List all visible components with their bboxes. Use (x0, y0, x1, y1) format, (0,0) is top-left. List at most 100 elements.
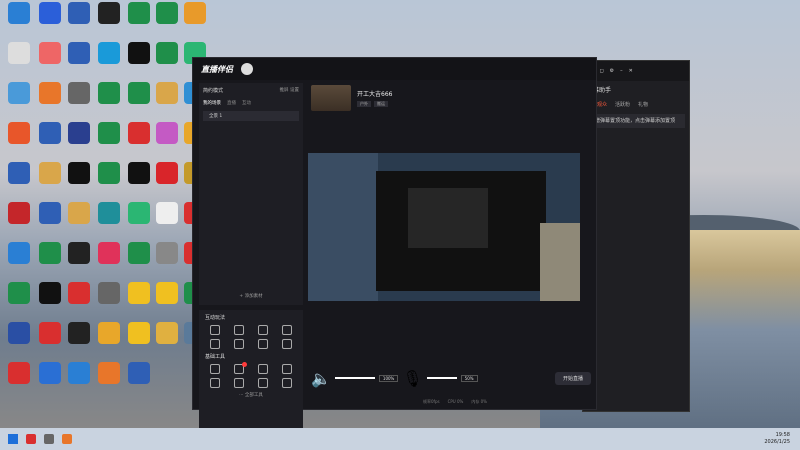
shortcut-icon (39, 162, 61, 184)
scene-settings-link[interactable]: 设置 (290, 88, 299, 93)
scene-header: 简约模式 推屏 设置 (199, 83, 303, 97)
mic-volume-slider[interactable] (426, 377, 457, 379)
desktop-shortcut[interactable] (2, 362, 36, 408)
shortcut-icon (8, 162, 30, 184)
live-preview-canvas[interactable] (308, 153, 580, 301)
taskbar-app-icon[interactable] (26, 434, 36, 444)
tab-interact[interactable]: 互动 (242, 100, 251, 106)
tip-card-text: 新增弹幕置顶功能，点击弹幕添加置顶 (590, 118, 676, 124)
shortcut-icon (39, 2, 61, 24)
stream-info: 开工大吉666 户外 搬运 (357, 89, 392, 107)
audio-controls: 🔈 100% 🎙 50% 开始直播 (311, 366, 591, 390)
mic-icon[interactable]: 🎙 (402, 369, 422, 388)
shortcut-icon (128, 322, 150, 344)
scene-mode-label[interactable]: 简约模式 (203, 87, 223, 94)
tool-button[interactable] (251, 378, 275, 388)
add-material-button[interactable]: + 添加素材 (199, 293, 303, 299)
shortcut-icon (128, 42, 150, 64)
stream-title[interactable]: 开工大吉666 (357, 89, 392, 98)
tool-button[interactable] (203, 378, 227, 388)
status-item: 内存 0% (471, 399, 487, 404)
stream-cover-image[interactable] (311, 85, 351, 111)
app-logo: 直播伴侣 (201, 64, 233, 74)
tool-icon (282, 364, 292, 374)
taskbar-app-icon[interactable] (44, 434, 54, 444)
tab-active-fans[interactable]: 活跃粉 (615, 101, 630, 108)
shortcut-icon (156, 42, 178, 64)
shortcut-icon (8, 322, 30, 344)
notification-badge (242, 362, 247, 367)
minimize-icon[interactable]: – (620, 68, 623, 74)
chat-icon[interactable]: ◻ (599, 68, 603, 74)
taskbar-app-icon[interactable] (62, 434, 72, 444)
tip-card: 新增弹幕置顶功能，点击弹幕添加置顶 (587, 114, 685, 128)
shortcut-icon (39, 202, 61, 224)
preview-wallpaper (540, 223, 580, 301)
shortcut-icon (156, 282, 178, 304)
shortcut-icon (68, 162, 90, 184)
tool-button[interactable] (227, 339, 251, 349)
tool-button[interactable] (203, 325, 227, 335)
shortcut-icon (39, 322, 61, 344)
desktop-shortcut[interactable] (62, 362, 96, 408)
settings-icon[interactable]: ⚙ (610, 68, 614, 74)
clock-time: 19:58 (775, 432, 790, 438)
shortcut-icon (156, 162, 178, 184)
close-icon[interactable]: ✕ (629, 68, 633, 74)
tool-button[interactable] (203, 339, 227, 349)
shortcut-icon (128, 282, 150, 304)
shortcut-icon (68, 202, 90, 224)
all-tools-link[interactable]: ··· 全部工具 (199, 392, 303, 398)
tab-gifts[interactable]: 礼物 (638, 101, 648, 108)
scene-item[interactable]: 全景 1 (203, 111, 299, 121)
tool-button[interactable] (203, 364, 227, 374)
stream-tag[interactable]: 搬运 (374, 101, 388, 107)
tool-icon (258, 364, 268, 374)
taskbar: 19:58 2026/1/25 (0, 428, 800, 450)
shortcut-icon (156, 242, 178, 264)
shortcut-icon (156, 82, 178, 104)
panel-tabs: 在线观众 活跃粉 礼物 (583, 97, 689, 111)
shortcut-icon (128, 242, 150, 264)
shortcut-icon (8, 362, 30, 384)
tool-button[interactable] (251, 325, 275, 335)
shortcut-icon (128, 2, 150, 24)
scene-tabs: 我的场景 直播 互动 (199, 97, 303, 109)
desktop-shortcut[interactable] (92, 362, 126, 408)
basic-tools-title: 基础工具 (205, 354, 226, 360)
shortcut-icon (8, 282, 30, 304)
user-avatar[interactable] (241, 63, 253, 75)
basic-tools-grid (199, 362, 303, 388)
shortcut-icon (98, 202, 120, 224)
stream-tag[interactable]: 户外 (357, 101, 371, 107)
speaker-volume-value: 100% (378, 374, 399, 382)
system-clock[interactable]: 19:58 2026/1/25 (764, 432, 790, 446)
push-screen-link[interactable]: 推屏 (280, 88, 289, 93)
desktop-icon-grid (0, 0, 206, 425)
tool-button[interactable] (275, 364, 299, 374)
tool-button[interactable] (251, 364, 275, 374)
shortcut-icon (128, 82, 150, 104)
start-live-button[interactable]: 开始直播 (554, 371, 591, 385)
shortcut-icon (39, 122, 61, 144)
desktop-shortcut[interactable] (122, 362, 156, 408)
tool-button[interactable] (275, 339, 299, 349)
start-button[interactable] (8, 434, 18, 444)
tab-live[interactable]: 直播 (227, 100, 236, 106)
tab-my-scene[interactable]: 我的场景 (203, 100, 221, 106)
tool-button[interactable] (227, 325, 251, 335)
shortcut-icon (39, 42, 61, 64)
shortcut-icon (8, 2, 30, 24)
shortcut-icon (184, 2, 206, 24)
tool-icon (234, 339, 244, 349)
tool-button[interactable] (227, 362, 251, 374)
tool-button[interactable] (275, 378, 299, 388)
tool-button[interactable] (275, 325, 299, 335)
shortcut-icon (8, 122, 30, 144)
speaker-volume-slider[interactable] (334, 377, 375, 379)
tool-button[interactable] (251, 339, 275, 349)
scene-panel: 简约模式 推屏 设置 我的场景 直播 互动 全景 1 + 添加素材 (199, 83, 303, 305)
tool-button[interactable] (227, 378, 251, 388)
speaker-icon[interactable]: 🔈 (311, 369, 331, 388)
shortcut-icon (98, 162, 120, 184)
